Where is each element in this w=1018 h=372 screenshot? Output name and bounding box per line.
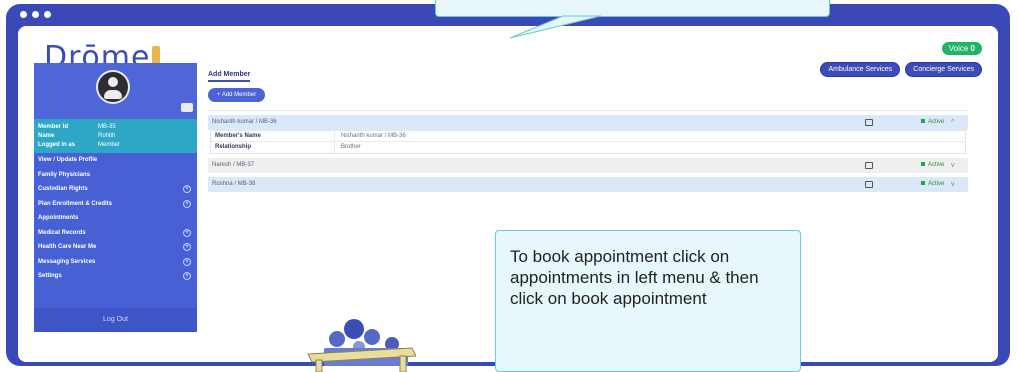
member-info-row: Member Id MB-35 [38, 123, 193, 132]
detail-key: Relationship [211, 142, 335, 153]
tab-add-member[interactable]: Add Member [208, 71, 251, 82]
detail-value: Brother [341, 144, 361, 150]
avatar[interactable] [96, 70, 130, 104]
member-info-key: Member Id [38, 124, 69, 130]
sidebar-item-custodian-rights[interactable]: Custodian Rights + [34, 182, 197, 197]
member-row-title: Naresh / MB-37 [212, 162, 255, 168]
member-row[interactable]: Naresh / MB-37 Active v [208, 158, 968, 173]
member-info-key: Name [38, 133, 55, 139]
expand-plus-icon[interactable]: + [183, 243, 191, 251]
camera-icon[interactable] [181, 103, 193, 112]
member-info-value: Member [98, 142, 121, 148]
sidebar-item-label: Messaging Services [38, 258, 96, 265]
sidebar-item-health-care-near-me[interactable]: Health Care Near Me + [34, 240, 197, 255]
voice-count: 0 [970, 44, 975, 53]
window-dot-icon[interactable] [44, 11, 51, 18]
profile-header [34, 63, 197, 119]
window-dot-icon[interactable] [20, 11, 27, 18]
sidebar-item-label: View / Update Profile [38, 157, 98, 163]
voice-button[interactable]: Voice 0 [941, 42, 982, 55]
member-info: Member Id MB-35 Name Rohith Logged in as Memb… [34, 119, 197, 153]
sidebar-item-view-update-profile[interactable]: View / Update Profile [34, 153, 197, 168]
sidebar-item-messaging-services[interactable]: Messaging Services + [34, 255, 197, 270]
tooltip-text: To book appointment click on appointment… [510, 247, 759, 308]
member-info-row: Logged in as Member [38, 141, 193, 150]
sidebar-item-label: Medical Records [38, 229, 86, 236]
table-row: Member's Name Nishanth kumar / MB-36 [211, 131, 965, 142]
sidebar-menu: View / Update Profile Family Physicians Cu… [34, 153, 197, 284]
member-row[interactable]: Nishanth kumar / MB-36 Active ^ [208, 115, 968, 130]
member-info-value: MB-35 [98, 124, 116, 130]
divider [208, 110, 968, 111]
sidebar-item-label: Family Physicians [38, 171, 91, 178]
member-list: Nishanth kumar / MB-36 Active ^ Member's … [208, 115, 968, 192]
chevron-down-icon[interactable]: v [951, 158, 955, 173]
member-row-title: Nishanth kumar / MB-36 [212, 119, 277, 125]
chevron-down-icon[interactable]: v [951, 177, 955, 192]
member-info-key: Logged in as [38, 142, 76, 148]
sidebar-item-label: Settings [38, 273, 62, 279]
sidebar-item-label: Custodian Rights [38, 186, 88, 192]
sidebar-item-family-physicians[interactable]: Family Physicians [34, 168, 197, 183]
sidebar-item-label: Health Care Near Me [38, 244, 97, 250]
expand-plus-icon[interactable]: + [183, 199, 191, 208]
add-member-button[interactable]: + Add Member [208, 88, 266, 102]
sidebar-item-plan-enrollment-credits[interactable]: Plan Enrollment & Credits + [34, 197, 197, 212]
member-row-title: Roshna / MB-38 [212, 181, 256, 187]
member-details-table: Member's Name Nishanth kumar / MB-36 Relat… [210, 130, 966, 154]
expand-plus-icon[interactable]: + [183, 185, 191, 193]
status-badge: Active [921, 158, 944, 173]
sidebar-item-medical-records[interactable]: Medical Records + [34, 226, 197, 241]
member-info-value: Rohith [98, 133, 116, 139]
edit-icon[interactable] [865, 119, 873, 126]
sidebar: Member Id MB-35 Name Rohith Logged in as Memb… [34, 63, 197, 332]
edit-icon[interactable] [865, 181, 873, 188]
sidebar-item-label: Plan Enrollment & Credits [38, 200, 113, 207]
detail-value: Nishanth kumar / MB-36 [341, 133, 406, 139]
callout-box-top [435, 0, 830, 17]
window-dot-icon[interactable] [32, 11, 39, 18]
edit-icon[interactable] [865, 162, 873, 169]
sidebar-item-label: Appointments [38, 215, 79, 221]
expand-plus-icon[interactable]: + [183, 228, 191, 237]
expand-plus-icon[interactable]: + [183, 257, 191, 266]
logout-button[interactable]: Log Out [34, 308, 197, 332]
sidebar-item-settings[interactable]: Settings + [34, 269, 197, 284]
window-controls [20, 11, 51, 18]
member-info-row: Name Rohith [38, 132, 193, 141]
screenshot-frame: Drōme Voice 0 Ambulance Services Concier… [0, 0, 1018, 372]
callout-pointer-icon [509, 15, 602, 39]
help-tooltip: To book appointment click on appointment… [495, 230, 801, 372]
expand-plus-icon[interactable]: + [183, 272, 191, 280]
people-illustration-icon [307, 319, 416, 372]
chevron-up-icon[interactable]: ^ [951, 115, 954, 130]
status-badge: Active [921, 115, 944, 130]
status-badge: Active [921, 177, 944, 192]
detail-key: Member's Name [211, 131, 335, 141]
table-row: Relationship Brother [211, 142, 965, 153]
sidebar-item-appointments[interactable]: Appointments [34, 211, 197, 226]
voice-label: Voice [948, 44, 969, 53]
member-row[interactable]: Roshna / MB-38 Active v [208, 177, 968, 192]
